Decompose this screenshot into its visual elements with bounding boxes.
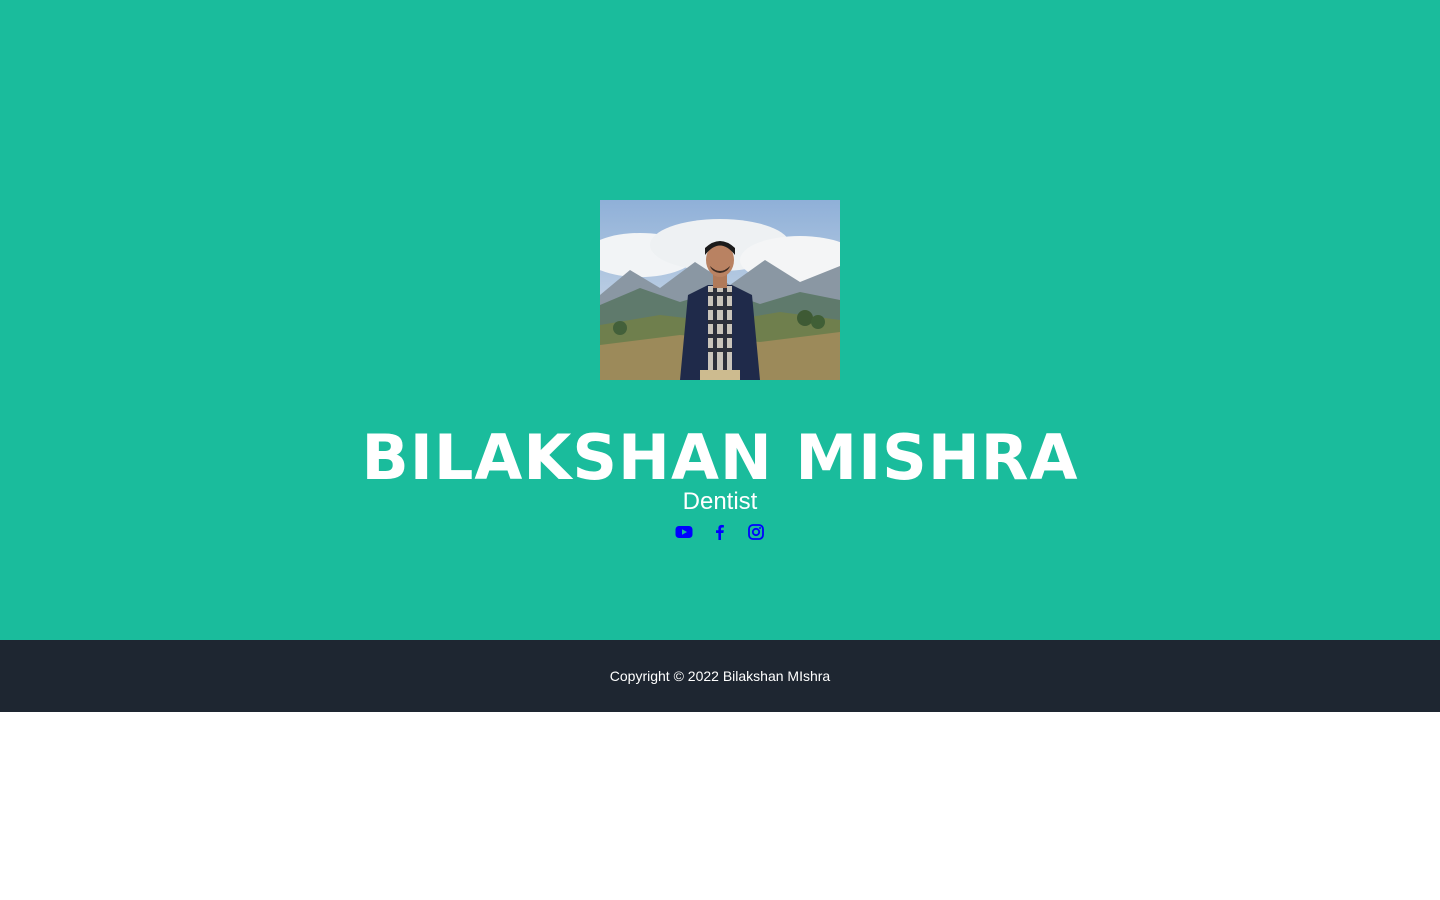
facebook-link[interactable] [711, 523, 729, 541]
facebook-icon [716, 524, 724, 540]
youtube-icon [675, 526, 693, 538]
copyright-text: Copyright © 2022 Bilakshan MIshra [609, 668, 831, 684]
youtube-link[interactable] [675, 523, 693, 541]
instagram-icon [748, 524, 764, 540]
social-links [0, 520, 1440, 544]
instagram-link[interactable] [747, 523, 765, 541]
profile-photo [600, 200, 840, 380]
masthead: BILAKSHAN MISHRA Dentist [0, 0, 1440, 640]
subtitle: Dentist [682, 488, 758, 515]
